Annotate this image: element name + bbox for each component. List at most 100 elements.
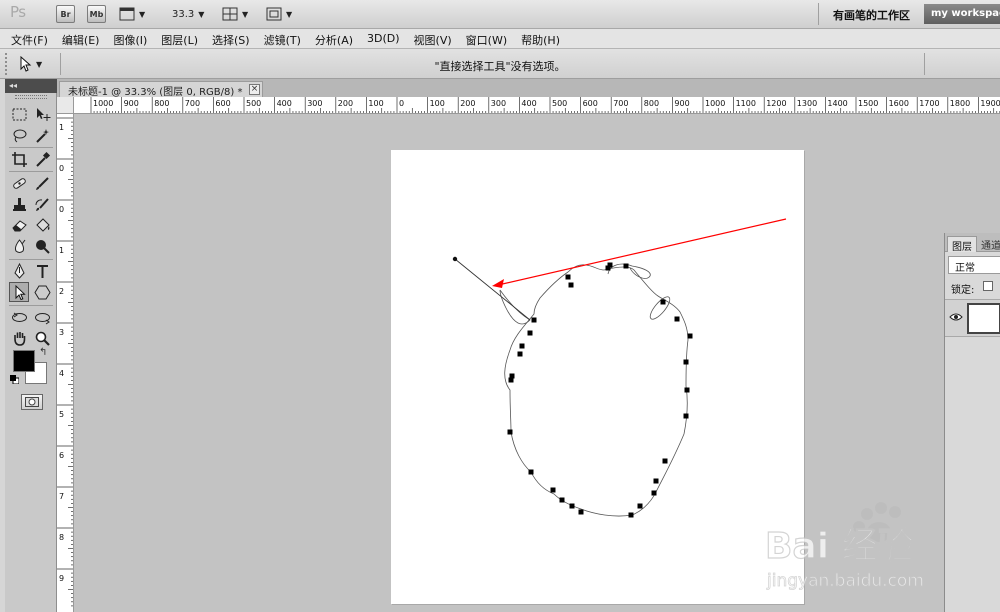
type-tool[interactable]	[32, 261, 52, 281]
ruler-origin[interactable]	[57, 97, 74, 114]
menu-select[interactable]: 选择(S)	[205, 29, 257, 48]
view-extras-menu[interactable]: ▼	[119, 5, 145, 23]
anchor-point[interactable]	[683, 413, 689, 419]
anchor-point[interactable]	[683, 359, 689, 365]
menu-window[interactable]: 窗口(W)	[459, 29, 514, 48]
close-icon[interactable]: ×	[249, 84, 260, 95]
arrange-documents-menu[interactable]: ▼	[222, 5, 248, 23]
move-tool[interactable]	[32, 104, 52, 124]
direction-handle-line[interactable]	[454, 258, 531, 321]
horizontal-ruler[interactable]: 1000 900 800 700 600 500 400 300 200 100 0 100 200 30…	[74, 97, 1000, 114]
anchor-point[interactable]	[519, 343, 525, 349]
3d-orbit-tool[interactable]	[32, 307, 52, 327]
menu-layer[interactable]: 图层(L)	[154, 29, 205, 48]
tab-channels[interactable]: 通道	[981, 237, 1000, 252]
anchor-point[interactable]	[517, 351, 523, 357]
menu-view[interactable]: 视图(V)	[407, 29, 459, 48]
anchor-point[interactable]	[508, 377, 514, 383]
anchor-point[interactable]	[653, 478, 659, 484]
menu-image[interactable]: 图像(I)	[106, 29, 154, 48]
anchor-point[interactable]	[507, 429, 513, 435]
anchor-point[interactable]	[568, 282, 574, 288]
bridge-button[interactable]: Br	[56, 5, 75, 23]
ruler-label: 600	[583, 99, 598, 108]
anchor-point[interactable]	[605, 265, 611, 271]
zoom-tool[interactable]	[32, 328, 52, 348]
menu-edit[interactable]: 编辑(E)	[55, 29, 107, 48]
document-tab[interactable]: 未标题-1 @ 33.3% (图层 0, RGB/8) * ×	[59, 81, 263, 98]
anchor-point[interactable]	[528, 469, 534, 475]
stamp-icon	[12, 197, 26, 211]
pen-tool[interactable]	[9, 261, 29, 281]
anchor-point[interactable]	[662, 458, 668, 464]
anchor-point[interactable]	[623, 263, 629, 269]
default-colors-icon[interactable]	[10, 375, 19, 384]
anchor-point[interactable]	[687, 333, 693, 339]
view-extras-icon	[119, 7, 135, 21]
lasso-tool[interactable]	[9, 125, 29, 145]
ruler-label: 1100	[736, 99, 756, 108]
anchor-point[interactable]	[559, 497, 565, 503]
path-curl-top[interactable]	[607, 263, 651, 279]
direct-selection-tool[interactable]	[9, 282, 29, 302]
lock-transparent-pixels-checkbox[interactable]	[983, 281, 993, 291]
clone-stamp-tool[interactable]	[9, 194, 29, 214]
anchor-point[interactable]	[628, 512, 634, 518]
shape-tool[interactable]	[32, 282, 52, 302]
anchor-point[interactable]	[660, 299, 666, 305]
eyedropper-tool[interactable]	[32, 149, 52, 169]
hand-tool[interactable]	[9, 328, 29, 348]
layer-thumbnail[interactable]	[967, 303, 1000, 334]
zoom-level-select[interactable]: 33.3 ▼	[172, 5, 204, 23]
menu-analysis[interactable]: 分析(A)	[308, 29, 360, 48]
toolbox-collapse-button[interactable]: ◂◂	[5, 79, 57, 93]
swap-colors-icon[interactable]: ↰	[39, 347, 47, 358]
menu-3d[interactable]: 3D(D)	[360, 29, 407, 48]
workspace-switcher-button[interactable]: my workspace	[924, 4, 1000, 24]
path-loop-right[interactable]	[647, 294, 673, 322]
path-spike-left[interactable]	[499, 289, 531, 325]
blend-mode-select[interactable]: 正常	[948, 256, 1000, 274]
anchor-point[interactable]	[531, 317, 537, 323]
history-brush-tool[interactable]	[32, 194, 52, 214]
mini-bridge-button[interactable]: Mb	[87, 5, 106, 23]
3d-rotate-tool[interactable]	[9, 307, 29, 327]
anchor-point[interactable]	[569, 503, 575, 509]
tab-layers[interactable]: 图层	[947, 236, 977, 253]
menu-help[interactable]: 帮助(H)	[514, 29, 567, 48]
dodge-tool[interactable]	[32, 236, 52, 256]
screen-mode-menu[interactable]: ▼	[266, 5, 292, 23]
paint-bucket-tool[interactable]	[32, 215, 52, 235]
anchor-point[interactable]	[565, 274, 571, 280]
eraser-tool[interactable]	[9, 215, 29, 235]
anchor-point[interactable]	[527, 330, 533, 336]
foreground-color-swatch[interactable]	[13, 350, 35, 372]
eye-icon[interactable]	[949, 312, 963, 322]
menu-filter[interactable]: 滤镜(T)	[257, 29, 308, 48]
appbar-divider	[818, 3, 819, 25]
vertical-ruler[interactable]: 1 0 0 1 2 3 4 5 6 7 8 9	[57, 114, 74, 612]
quick-mask-button[interactable]	[21, 394, 43, 410]
magic-wand-tool[interactable]	[32, 125, 52, 145]
direction-handle-point[interactable]	[452, 256, 458, 262]
marquee-tool[interactable]	[9, 104, 29, 124]
anchor-point[interactable]	[684, 387, 690, 393]
options-message: "直接选择工具"没有选项。	[434, 60, 566, 73]
lasso-icon	[13, 129, 26, 142]
toolbox-grip[interactable]	[15, 95, 47, 99]
anchor-point[interactable]	[651, 490, 657, 496]
history-brush-icon	[34, 197, 49, 211]
blur-tool[interactable]	[9, 236, 29, 256]
healing-brush-tool[interactable]	[9, 173, 29, 193]
workspace-label[interactable]: 有画笔的工作区	[833, 7, 910, 23]
brush-tool[interactable]	[32, 173, 52, 193]
menu-file[interactable]: 文件(F)	[4, 29, 55, 48]
layer-row[interactable]	[945, 299, 1000, 337]
crop-tool[interactable]	[9, 149, 29, 169]
ruler-label: 1600	[889, 99, 909, 108]
anchor-point[interactable]	[578, 509, 584, 515]
anchor-point[interactable]	[674, 316, 680, 322]
ruler-label: 600	[215, 99, 230, 108]
anchor-point[interactable]	[637, 503, 643, 509]
anchor-point[interactable]	[550, 487, 556, 493]
